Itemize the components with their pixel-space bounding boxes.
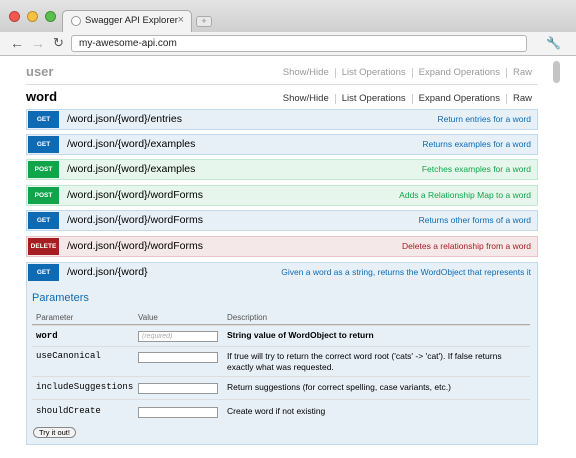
table-row: includeSuggestions Return suggestions (f… bbox=[32, 376, 530, 400]
parameter-name: includeSuggestions bbox=[36, 382, 134, 392]
method-badge: POST bbox=[28, 161, 59, 178]
operation-path[interactable]: /word.json/{word}/wordForms bbox=[67, 189, 203, 201]
resource-name[interactable]: word bbox=[26, 89, 57, 104]
operation-get-word[interactable]: GET /word.json/{word} Given a word as a … bbox=[26, 262, 538, 283]
expand-operations-link[interactable]: Expand Operations bbox=[419, 93, 500, 104]
forward-arrow-icon[interactable]: → bbox=[31, 35, 45, 51]
should-create-input[interactable] bbox=[138, 407, 218, 418]
show-hide-link[interactable]: Show/Hide bbox=[283, 93, 329, 104]
method-badge: GET bbox=[28, 212, 59, 229]
operation-post-examples[interactable]: POST /word.json/{word}/examples Fetches … bbox=[26, 159, 538, 180]
column-header-value: Value bbox=[138, 313, 158, 322]
parameter-description: Create word if not existing bbox=[227, 406, 326, 416]
parameter-description: If true will try to return the correct w… bbox=[227, 351, 502, 372]
browser-toolbar: ← → ↻ my-awesome-api.com 🔧 bbox=[0, 32, 576, 56]
column-header-description: Description bbox=[227, 313, 268, 322]
list-operations-link[interactable]: List Operations bbox=[342, 67, 406, 78]
globe-icon bbox=[71, 16, 81, 26]
resource-header-word: word Show/Hide List Operations Expand Op… bbox=[26, 86, 538, 111]
raw-link[interactable]: Raw bbox=[513, 67, 532, 78]
scrollbar[interactable] bbox=[551, 56, 561, 458]
parameter-name: useCanonical bbox=[36, 351, 101, 361]
resource-name[interactable]: user bbox=[26, 64, 53, 79]
new-tab-button[interactable]: + bbox=[196, 16, 212, 27]
operation-path[interactable]: /word.json/{word} bbox=[67, 266, 148, 278]
operation-summary[interactable]: Return entries for a word bbox=[437, 114, 531, 124]
method-badge: GET bbox=[28, 264, 59, 281]
operation-path[interactable]: /word.json/{word}/examples bbox=[67, 138, 195, 150]
table-row: useCanonical If true will try to return … bbox=[32, 346, 530, 377]
scrollbar-thumb[interactable] bbox=[553, 61, 560, 83]
operation-path[interactable]: /word.json/{word}/examples bbox=[67, 163, 195, 175]
title-bar: Swagger API Explorer × + bbox=[0, 0, 576, 32]
expand-operations-link[interactable]: Expand Operations bbox=[419, 67, 500, 78]
operation-path[interactable]: /word.json/{word}/wordForms bbox=[67, 214, 203, 226]
tab-close-icon[interactable]: × bbox=[178, 14, 184, 26]
operation-summary[interactable]: Given a word as a string, returns the Wo… bbox=[281, 267, 531, 277]
address-bar[interactable]: my-awesome-api.com bbox=[71, 35, 527, 52]
method-badge: POST bbox=[28, 187, 59, 204]
close-window-button[interactable] bbox=[9, 11, 20, 22]
raw-link[interactable]: Raw bbox=[513, 93, 532, 104]
operation-get-entries[interactable]: GET /word.json/{word}/entries Return ent… bbox=[26, 109, 538, 130]
operation-post-wordforms[interactable]: POST /word.json/{word}/wordForms Adds a … bbox=[26, 185, 538, 206]
table-row: shouldCreate Create word if not existing bbox=[32, 399, 530, 422]
use-canonical-input[interactable] bbox=[138, 352, 218, 363]
table-header: Parameter Value Description bbox=[32, 312, 530, 325]
operation-summary[interactable]: Fetches examples for a word bbox=[422, 164, 531, 174]
back-arrow-icon[interactable]: ← bbox=[10, 35, 24, 51]
operation-summary[interactable]: Deletes a relationship from a word bbox=[402, 241, 531, 251]
wrench-icon[interactable]: 🔧 bbox=[546, 36, 561, 50]
browser-window: Swagger API Explorer × + ← → ↻ my-awesom… bbox=[0, 0, 576, 458]
url-text: my-awesome-api.com bbox=[79, 38, 177, 49]
operation-summary[interactable]: Returns other forms of a word bbox=[419, 215, 531, 225]
page-content: user Show/Hide List Operations Expand Op… bbox=[26, 56, 538, 458]
operation-summary[interactable]: Adds a Relationship Map to a word bbox=[399, 190, 531, 200]
reload-icon[interactable]: ↻ bbox=[53, 35, 64, 51]
table-row: word String value of WordObject to retur… bbox=[32, 325, 530, 347]
list-operations-link[interactable]: List Operations bbox=[342, 93, 406, 104]
parameter-description: String value of WordObject to return bbox=[227, 330, 374, 340]
resource-header-user: user Show/Hide List Operations Expand Op… bbox=[26, 60, 538, 85]
operation-delete-wordforms[interactable]: DELETE /word.json/{word}/wordForms Delet… bbox=[26, 236, 538, 257]
zoom-window-button[interactable] bbox=[45, 11, 56, 22]
show-hide-link[interactable]: Show/Hide bbox=[283, 67, 329, 78]
browser-tab[interactable]: Swagger API Explorer × bbox=[62, 10, 192, 32]
word-input[interactable] bbox=[138, 331, 218, 342]
operation-get-examples[interactable]: GET /word.json/{word}/examples Returns e… bbox=[26, 134, 538, 155]
include-suggestions-input[interactable] bbox=[138, 383, 218, 394]
parameter-name: shouldCreate bbox=[36, 406, 101, 416]
parameter-description: Return suggestions (for correct spelling… bbox=[227, 382, 451, 392]
operation-summary[interactable]: Returns examples for a word bbox=[422, 139, 531, 149]
operation-get-wordforms[interactable]: GET /word.json/{word}/wordForms Returns … bbox=[26, 210, 538, 231]
resource-links: Show/Hide List Operations Expand Operati… bbox=[283, 67, 532, 78]
parameters-title: Parameters bbox=[32, 292, 89, 304]
method-badge: GET bbox=[28, 136, 59, 153]
try-it-out-button[interactable]: Try it out! bbox=[33, 427, 76, 438]
parameter-name: word bbox=[36, 331, 58, 341]
method-badge: DELETE bbox=[28, 238, 59, 255]
column-header-parameter: Parameter bbox=[36, 313, 74, 322]
operation-path[interactable]: /word.json/{word}/entries bbox=[67, 113, 182, 125]
minimize-window-button[interactable] bbox=[27, 11, 38, 22]
operation-path[interactable]: /word.json/{word}/wordForms bbox=[67, 240, 203, 252]
tab-title: Swagger API Explorer bbox=[85, 15, 178, 26]
method-badge: GET bbox=[28, 111, 59, 128]
window-controls bbox=[9, 11, 56, 22]
resource-links: Show/Hide List Operations Expand Operati… bbox=[283, 93, 532, 104]
